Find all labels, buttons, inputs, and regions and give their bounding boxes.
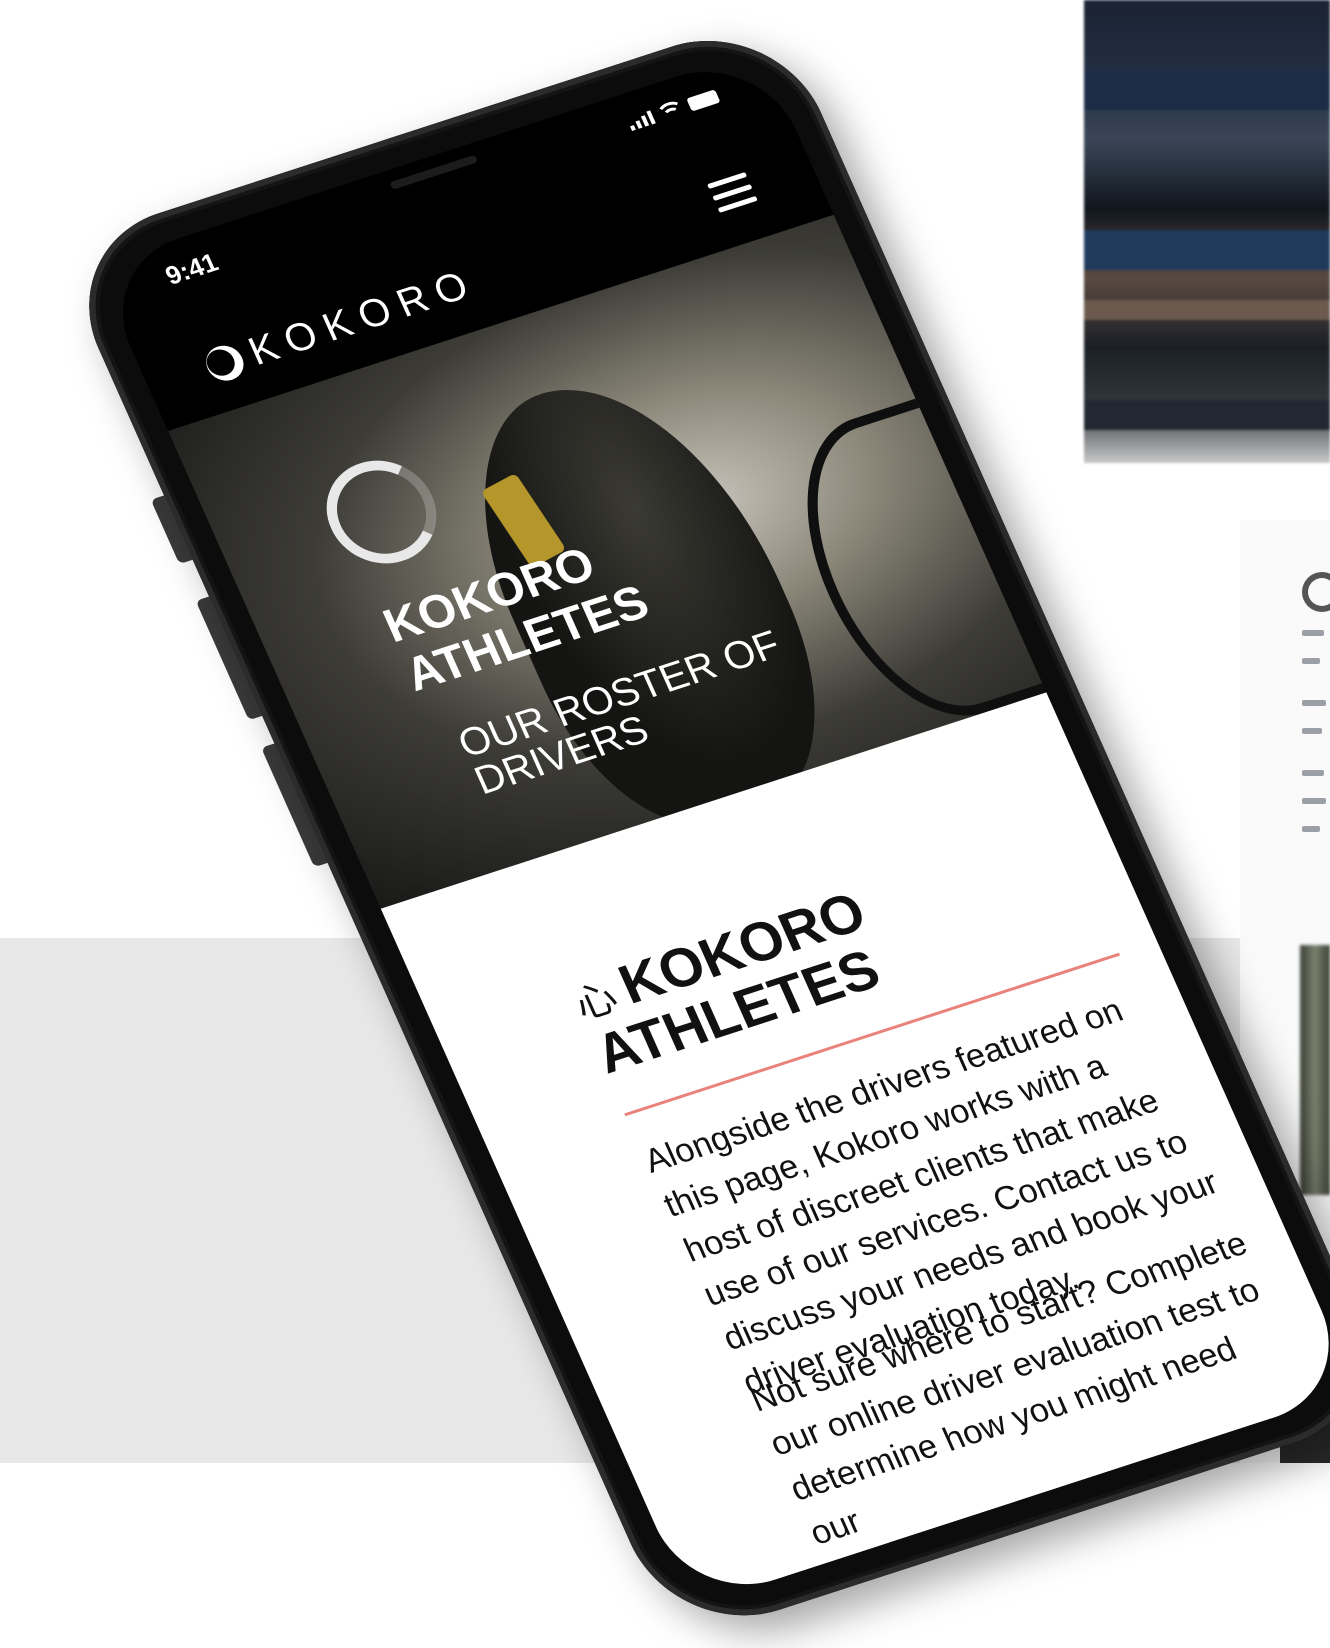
hamburger-icon[interactable]	[707, 171, 763, 216]
wifi-icon	[655, 98, 688, 125]
background-desktop-screenshot	[1084, 0, 1330, 463]
background-logo-icon	[1302, 572, 1330, 612]
battery-icon	[686, 89, 721, 112]
background-photo	[1300, 945, 1330, 1195]
section-title: 心KOKORO ATHLETES	[563, 880, 898, 1085]
kokoro-emblem-icon	[309, 446, 454, 578]
speaker-grille	[389, 154, 479, 190]
status-time: 9:41	[160, 247, 223, 291]
status-icons	[626, 88, 721, 131]
kokoro-logo-icon	[200, 340, 250, 385]
signal-icon	[626, 110, 656, 131]
